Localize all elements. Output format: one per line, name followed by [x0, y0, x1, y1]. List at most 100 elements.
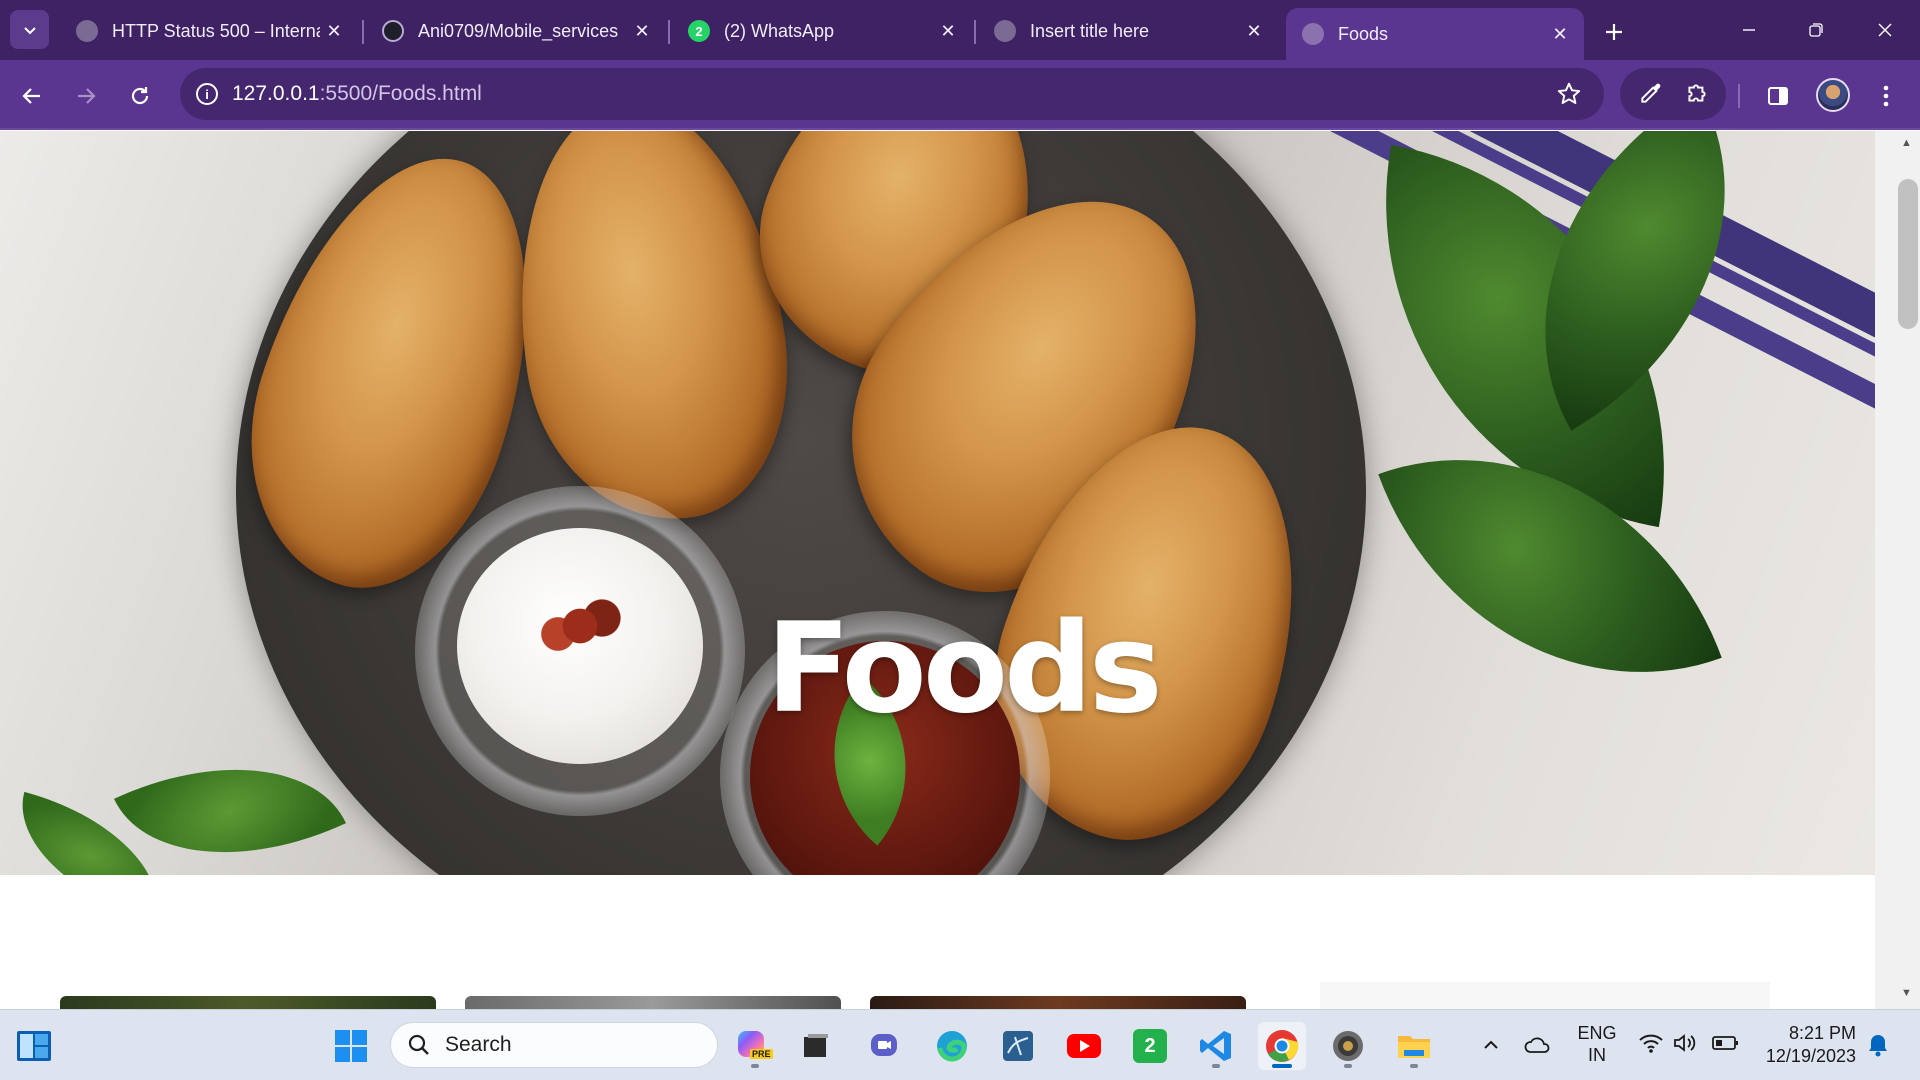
- copilot-app[interactable]: PRE: [731, 1022, 779, 1070]
- tab-title: Foods: [1338, 23, 1389, 44]
- restore-button[interactable]: [1793, 10, 1839, 50]
- new-tab-button[interactable]: [1596, 14, 1632, 50]
- start-button[interactable]: [327, 1022, 375, 1070]
- close-window-button[interactable]: [1862, 10, 1908, 50]
- globe-icon: [994, 20, 1016, 42]
- game-app[interactable]: [1324, 1022, 1372, 1070]
- globe-icon: [76, 20, 98, 42]
- input-language[interactable]: ENG IN: [1570, 1022, 1624, 1066]
- restore-icon: [1809, 23, 1823, 37]
- region-code: IN: [1588, 1045, 1606, 1065]
- extensions-puzzle-icon[interactable]: [1684, 80, 1710, 111]
- vscode-icon: [1200, 1031, 1231, 1061]
- file-viewer-app[interactable]: [792, 1022, 840, 1070]
- tab-title: Insert title here: [1030, 20, 1150, 41]
- more-vertical-icon: [1883, 85, 1889, 107]
- food-card[interactable]: [60, 996, 436, 1009]
- chrome-icon: [1266, 1030, 1299, 1062]
- url-path: :5500/Foods.html: [319, 82, 482, 105]
- bookmark-star-icon[interactable]: [1556, 81, 1582, 112]
- running-indicator: [1410, 1064, 1418, 1068]
- chrome-app[interactable]: [1258, 1022, 1306, 1070]
- edge-app[interactable]: [928, 1022, 976, 1070]
- copilot-icon: PRE: [738, 1029, 773, 1063]
- youtube-icon: [1067, 1034, 1101, 1058]
- arrow-right-icon: [78, 88, 96, 104]
- tab-whatsapp[interactable]: 2 (2) WhatsApp ✕: [672, 10, 972, 52]
- scrollbar-thumb[interactable]: [1898, 179, 1918, 329]
- profile-avatar[interactable]: [1816, 78, 1850, 112]
- scroll-up-arrow-icon[interactable]: ▲: [1901, 137, 1915, 151]
- browser-tab-strip: HTTP Status 500 – Internal Server Error …: [0, 0, 1920, 60]
- mysql-workbench-app[interactable]: [994, 1022, 1042, 1070]
- volume-icon[interactable]: [1672, 1032, 1698, 1059]
- whatsapp-app[interactable]: 2: [1126, 1022, 1174, 1070]
- wifi-icon[interactable]: [1638, 1032, 1664, 1059]
- running-indicator: [751, 1064, 759, 1068]
- close-icon[interactable]: ✕: [320, 17, 348, 45]
- side-panel-icon: [1768, 87, 1788, 105]
- teams-chat-app[interactable]: [862, 1022, 910, 1070]
- site-info-icon[interactable]: i: [196, 83, 218, 105]
- show-hidden-icons-chevron-up-icon[interactable]: [1480, 1034, 1502, 1061]
- clock[interactable]: 8:21 PM 12/19/2023: [1756, 1022, 1856, 1068]
- language-code: ENG: [1577, 1023, 1617, 1043]
- running-indicator: [1212, 1064, 1220, 1068]
- browser-menu-button[interactable]: [1868, 78, 1904, 114]
- food-card[interactable]: [465, 996, 841, 1009]
- file-explorer-app[interactable]: [1390, 1022, 1438, 1070]
- notification-bell-icon[interactable]: [1866, 1032, 1890, 1063]
- tab-foods[interactable]: Foods ✕: [1286, 8, 1584, 60]
- close-icon[interactable]: ✕: [1546, 20, 1574, 48]
- extensions-group: [1620, 68, 1726, 120]
- reload-icon: [131, 87, 149, 105]
- sidebar-panel: [1320, 982, 1770, 1009]
- widgets-button[interactable]: [10, 1022, 58, 1070]
- copilot-badge: PRE: [750, 1049, 773, 1059]
- tab-http-status[interactable]: HTTP Status 500 – Internal Server Error …: [60, 10, 358, 52]
- close-icon[interactable]: ✕: [1240, 17, 1268, 45]
- widgets-icon: [17, 1031, 51, 1061]
- close-icon[interactable]: ✕: [934, 17, 962, 45]
- arrow-left-icon: [22, 88, 40, 104]
- tab-separator: [668, 20, 670, 44]
- page-scrollbar[interactable]: ▲ ▼: [1875, 131, 1920, 1009]
- close-icon[interactable]: ✕: [628, 17, 656, 45]
- eyedropper-icon[interactable]: [1638, 80, 1664, 111]
- minimize-button[interactable]: [1726, 10, 1772, 50]
- tab-title: (2) WhatsApp: [724, 20, 835, 41]
- vscode-app[interactable]: [1192, 1022, 1240, 1070]
- clock-time: 8:21 PM: [1788, 1023, 1856, 1043]
- youtube-app[interactable]: [1060, 1022, 1108, 1070]
- running-indicator: [1272, 1064, 1292, 1068]
- page-viewport: Foods ▲ ▼: [0, 131, 1920, 1009]
- battery-icon[interactable]: [1712, 1034, 1740, 1057]
- back-button[interactable]: [14, 78, 50, 114]
- database-workbench-icon: [1003, 1031, 1033, 1061]
- github-icon: [382, 20, 404, 42]
- minimize-icon: [1743, 29, 1755, 31]
- chevron-down-icon: [23, 26, 36, 34]
- url-host: 127.0.0.1: [232, 82, 320, 105]
- address-bar[interactable]: i 127.0.0.1:5500/Foods.html: [180, 68, 1604, 120]
- side-panel-button[interactable]: [1760, 78, 1796, 114]
- search-label: Search: [445, 1033, 512, 1056]
- tab-insert-title[interactable]: Insert title here ✕: [978, 10, 1278, 52]
- folder-icon: [1398, 1036, 1430, 1058]
- whatsapp-icon: 2: [688, 20, 710, 42]
- tab-github[interactable]: Ani0709/Mobile_services ✕: [366, 10, 666, 52]
- search-icon: [408, 1034, 429, 1055]
- whatsapp-icon: 2: [1133, 1029, 1167, 1063]
- gear-badge-icon: [1333, 1031, 1363, 1061]
- toolbar-separator: [1738, 84, 1740, 108]
- taskbar-search[interactable]: Search: [390, 1022, 718, 1068]
- tab-search-button[interactable]: [10, 10, 49, 49]
- edge-icon: [937, 1031, 967, 1062]
- reload-button[interactable]: [122, 78, 158, 114]
- scroll-down-arrow-icon[interactable]: ▼: [1901, 987, 1915, 1001]
- sauce-bowl: [415, 486, 745, 816]
- food-card[interactable]: [870, 996, 1246, 1009]
- forward-button[interactable]: [68, 78, 104, 114]
- onedrive-cloud-icon[interactable]: [1523, 1034, 1553, 1061]
- hero-title: Foods: [766, 597, 1163, 741]
